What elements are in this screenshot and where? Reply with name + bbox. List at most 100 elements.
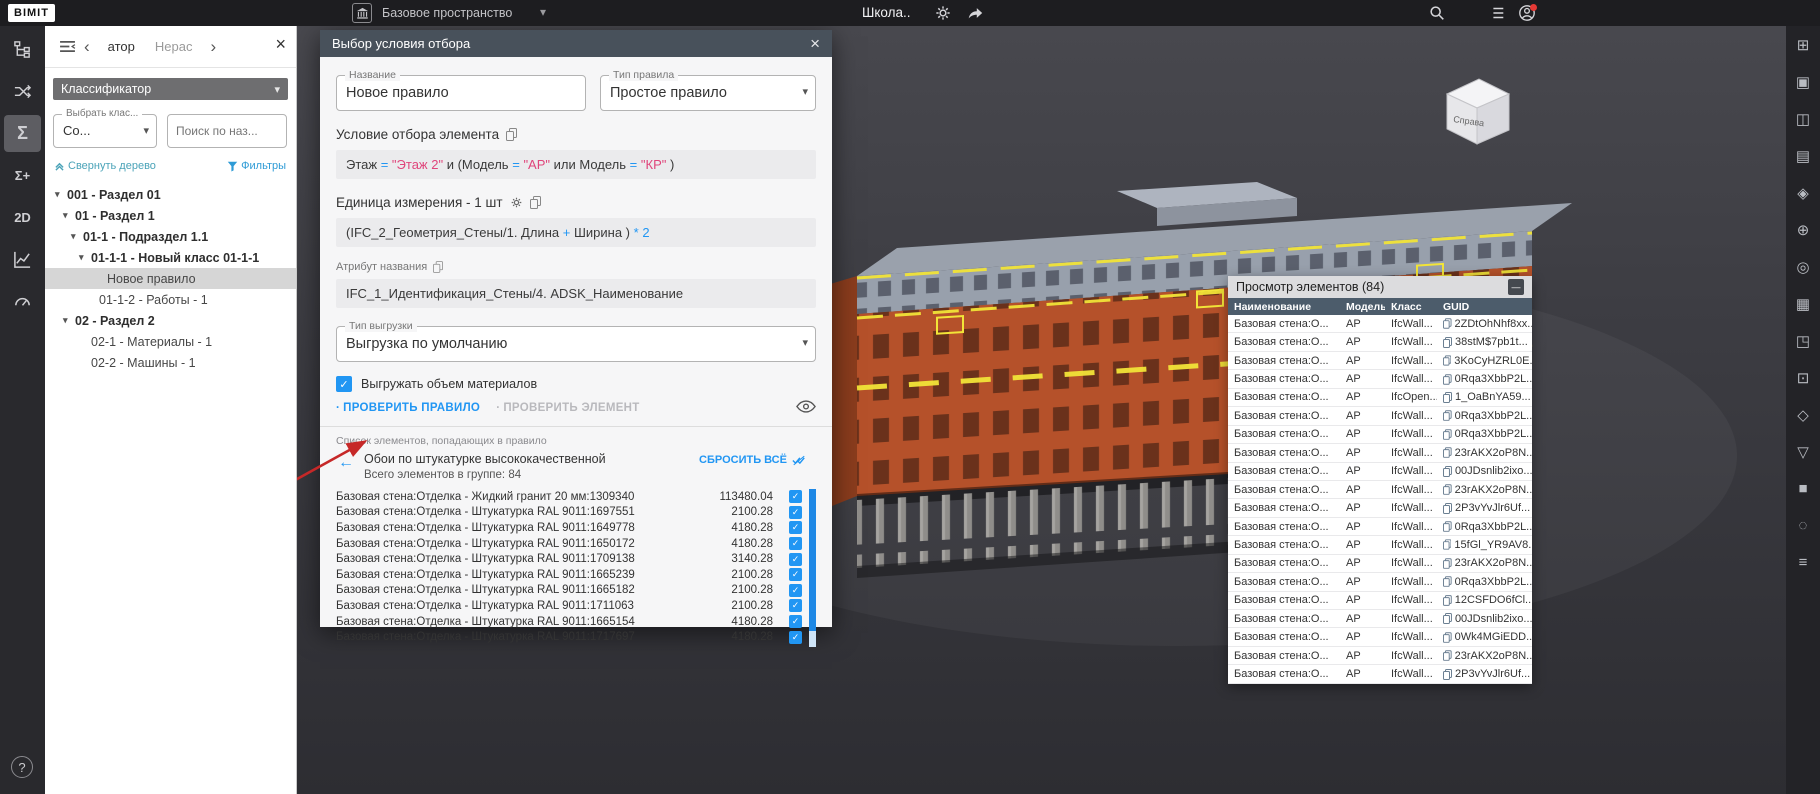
panel-close-icon[interactable]: × xyxy=(275,34,286,55)
unit-gear-icon[interactable] xyxy=(510,196,523,209)
element-table-row[interactable]: Базовая стена:О... АР IfcWall... 2ZDtOhN… xyxy=(1228,315,1532,333)
tree-item[interactable]: 02-2 - Машины - 1 xyxy=(45,352,296,373)
list-icon[interactable]: ≡ xyxy=(1786,544,1820,581)
tab-unassigned[interactable]: Нерас xyxy=(145,39,203,54)
element-table-row[interactable]: Базовая стена:О... АР IfcWall... 15fGl_Y… xyxy=(1228,536,1532,554)
element-table-row[interactable]: Базовая стена:О... АР IfcWall... 23rAKX2… xyxy=(1228,444,1532,462)
tree-item[interactable]: ▾ 01 - Раздел 1 xyxy=(45,205,296,226)
viewports-icon[interactable]: ◳ xyxy=(1786,322,1820,359)
section-box-icon[interactable]: ⊡ xyxy=(1786,359,1820,396)
menu-list-icon[interactable] xyxy=(1488,4,1506,22)
split-view-icon[interactable]: ◫ xyxy=(1786,100,1820,137)
col-guid[interactable]: GUID xyxy=(1437,301,1532,313)
rule-element-row[interactable]: Базовая стена:Отделка - Штукатурка RAL 9… xyxy=(336,536,802,552)
rule-element-row[interactable]: Базовая стена:Отделка - Штукатурка RAL 9… xyxy=(336,598,802,614)
zoom-extents-icon[interactable]: ⊕ xyxy=(1786,211,1820,248)
element-table-row[interactable]: Базовая стена:О... АР IfcWall... 2P3vYvJ… xyxy=(1228,665,1532,683)
element-table-row[interactable]: Базовая стена:О... АР IfcWall... 0Rqa3Xb… xyxy=(1228,407,1532,425)
settings-gear-icon[interactable] xyxy=(934,4,952,22)
col-model[interactable]: Модель xyxy=(1340,301,1385,313)
check-rule-link[interactable]: ПРОВЕРИТЬ ПРАВИЛО xyxy=(336,402,480,414)
element-table-row[interactable]: Базовая стена:О... АР IfcWall... 38stM$7… xyxy=(1228,333,1532,351)
reset-all-link[interactable]: СБРОСИТЬ ВСЁ xyxy=(699,454,806,466)
layers-icon[interactable]: ▤ xyxy=(1786,137,1820,174)
tree-item[interactable]: 01-1-2 - Работы - 1 xyxy=(45,289,296,310)
element-checkbox[interactable]: ✓ xyxy=(789,521,802,534)
minimize-icon[interactable]: — xyxy=(1508,279,1524,295)
class-select[interactable]: Выбрать клас... Со... ▾ xyxy=(53,114,157,148)
workspace-caret-icon[interactable]: ▾ xyxy=(540,5,546,19)
element-table-row[interactable]: Базовая стена:О... АР IfcWall... 23rAKX2… xyxy=(1228,555,1532,573)
rule-element-row[interactable]: Базовая стена:Отделка - Штукатурка RAL 9… xyxy=(336,520,802,536)
filters-link[interactable]: Фильтры xyxy=(227,160,286,172)
element-checkbox[interactable]: ✓ xyxy=(789,537,802,550)
copy-guid-icon[interactable] xyxy=(1443,484,1452,495)
element-table-row[interactable]: Базовая стена:О... АР IfcWall... 0Rqa3Xb… xyxy=(1228,518,1532,536)
tree-item[interactable]: ▾ 01-1-1 - Новый класс 01-1-1 xyxy=(45,247,296,268)
panel-collapse-icon[interactable] xyxy=(59,40,76,53)
rule-name-field[interactable]: Название Новое правило xyxy=(336,75,586,111)
attribute-value[interactable]: IFC_1_Идентификация_Стены/4. ADSK_Наимен… xyxy=(336,279,816,308)
export-type-select[interactable]: Тип выгрузки Выгрузка по умолчанию ▾ xyxy=(336,326,816,362)
rule-element-row[interactable]: Базовая стена:Отделка - Жидкий гранит 20… xyxy=(336,489,802,505)
copy-guid-icon[interactable] xyxy=(1443,558,1452,569)
tree-search-input[interactable] xyxy=(168,115,286,147)
workspace-selector[interactable]: Базовое пространство xyxy=(382,6,512,20)
element-table-row[interactable]: Базовая стена:О... АР IfcOpen... 1_OaBnY… xyxy=(1228,389,1532,407)
workspace-building-icon[interactable] xyxy=(352,3,372,23)
camera-icon[interactable]: ▽ xyxy=(1786,433,1820,470)
col-class[interactable]: Класс xyxy=(1385,301,1437,313)
copy-guid-icon[interactable] xyxy=(1443,503,1452,514)
rule-element-row[interactable]: Базовая стена:Отделка - Штукатурка RAL 9… xyxy=(336,505,802,521)
copy-guid-icon[interactable] xyxy=(1443,447,1452,458)
element-checkbox[interactable]: ✓ xyxy=(789,631,802,644)
tabs-next-icon[interactable]: › xyxy=(202,37,224,57)
tree-item[interactable]: 02-1 - Материалы - 1 xyxy=(45,331,296,352)
element-table-row[interactable]: Базовая стена:О... АР IfcWall... 0Wk4MGi… xyxy=(1228,628,1532,646)
select-window-icon[interactable]: ▣ xyxy=(1786,63,1820,100)
element-table-row[interactable]: Базовая стена:О... АР IfcWall... 23rAKX2… xyxy=(1228,647,1532,665)
element-table-row[interactable]: Базовая стена:О... АР IfcWall... 12CSFDO… xyxy=(1228,592,1532,610)
tabs-prev-icon[interactable]: ‹ xyxy=(76,37,98,57)
help-button[interactable]: ? xyxy=(11,756,33,778)
preview-eye-icon[interactable] xyxy=(796,400,816,413)
copy-icon[interactable] xyxy=(506,128,517,141)
element-checkbox[interactable]: ✓ xyxy=(789,584,802,597)
rule-element-row[interactable]: Базовая стена:Отделка - Штукатурка RAL 9… xyxy=(336,583,802,599)
condition-expression[interactable]: Этаж = "Этаж 2" и (Модель = "АР" или Мод… xyxy=(336,150,816,179)
col-name[interactable]: Наименование xyxy=(1228,301,1340,313)
tree-item[interactable]: ▾ 01-1 - Подраздел 1.1 xyxy=(45,226,296,247)
tree-item[interactable]: ▾ 001 - Раздел 01 xyxy=(45,184,296,205)
view-cube[interactable]: Справа xyxy=(1437,70,1517,150)
copy-guid-icon[interactable] xyxy=(1443,669,1452,680)
rule-element-row[interactable]: Базовая стена:Отделка - Штукатурка RAL 9… xyxy=(336,629,802,645)
classifier-dropdown[interactable]: Классификатор ▾ xyxy=(53,78,288,100)
element-checkbox[interactable]: ✓ xyxy=(789,615,802,628)
orbit-icon[interactable]: ◎ xyxy=(1786,248,1820,285)
tab-classifier[interactable]: атор xyxy=(98,39,145,54)
back-arrow-icon[interactable]: ← xyxy=(338,454,354,472)
copy-guid-icon[interactable] xyxy=(1443,410,1452,421)
copy-icon[interactable] xyxy=(530,196,541,209)
search-icon[interactable] xyxy=(1428,4,1446,22)
element-checkbox[interactable]: ✓ xyxy=(789,490,802,503)
element-table-row[interactable]: Базовая стена:О... АР IfcWall... 0Rqa3Xb… xyxy=(1228,573,1532,591)
structure-tree-icon[interactable] xyxy=(4,31,41,68)
copy-guid-icon[interactable] xyxy=(1443,355,1451,366)
element-table-row[interactable]: Базовая стена:О... АР IfcWall... 3KoCyHZ… xyxy=(1228,352,1532,370)
copy-guid-icon[interactable] xyxy=(1443,650,1452,661)
copy-guid-icon[interactable] xyxy=(1443,466,1452,477)
dashboard-gauge-icon[interactable] xyxy=(4,283,41,320)
dependencies-icon[interactable] xyxy=(4,73,41,110)
check-element-link[interactable]: ПРОВЕРИТЬ ЭЛЕМЕНТ xyxy=(496,402,639,414)
grid-icon[interactable]: ▦ xyxy=(1786,285,1820,322)
tree-item[interactable]: Новое правило xyxy=(45,268,296,289)
copy-guid-icon[interactable] xyxy=(1443,374,1452,385)
element-table-row[interactable]: Базовая стена:О... АР IfcWall... 0Rqa3Xb… xyxy=(1228,370,1532,388)
copy-guid-icon[interactable] xyxy=(1443,521,1452,532)
solid-fill-icon[interactable]: ■ xyxy=(1786,470,1820,507)
dialog-close-icon[interactable]: × xyxy=(810,34,820,54)
sigma-plus-icon[interactable]: Σ+ xyxy=(4,157,41,194)
copy-icon[interactable] xyxy=(433,261,443,273)
materials-icon[interactable]: ◈ xyxy=(1786,174,1820,211)
